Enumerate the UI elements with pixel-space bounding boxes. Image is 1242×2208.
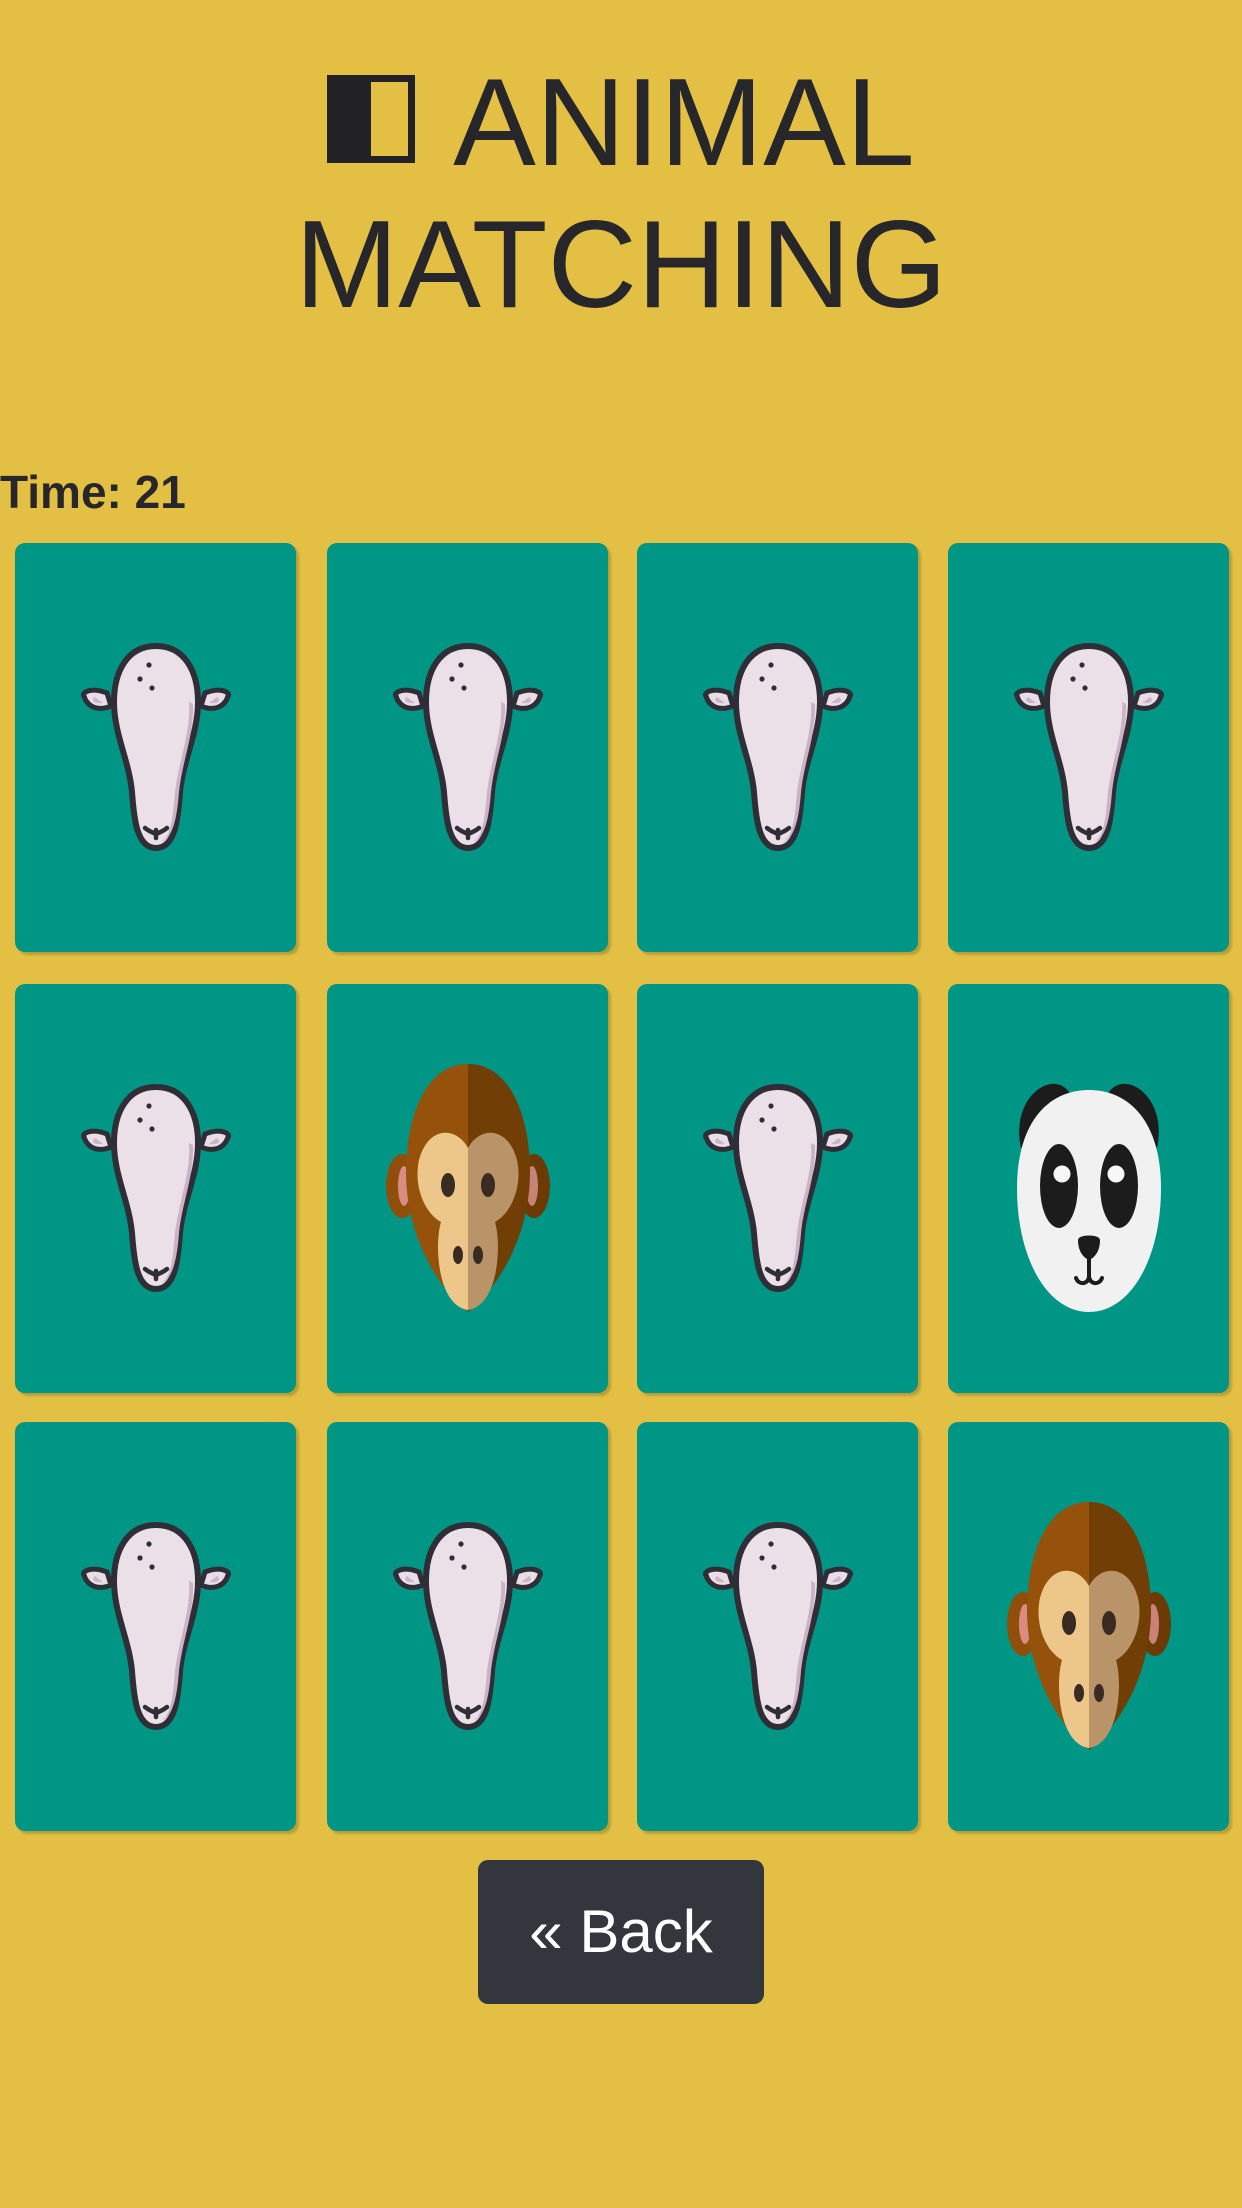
- cow-icon: [702, 1521, 853, 1733]
- back-button[interactable]: « Back: [478, 1860, 764, 2004]
- card-2-1[interactable]: [15, 984, 296, 1393]
- card-2-3[interactable]: [637, 984, 918, 1393]
- card-1-4[interactable]: [948, 543, 1229, 952]
- card-1-1[interactable]: [15, 543, 296, 952]
- monkey-icon: [385, 1063, 550, 1314]
- panda-icon: [1016, 1062, 1161, 1316]
- logo-icon: [327, 75, 416, 163]
- card-3-2[interactable]: [327, 1422, 608, 1831]
- cow-icon: [80, 1521, 231, 1733]
- card-3-1[interactable]: [15, 1422, 296, 1831]
- cow-icon: [392, 642, 543, 854]
- cow-icon: [80, 1083, 231, 1295]
- cow-icon: [1013, 642, 1164, 854]
- card-2-4[interactable]: [948, 984, 1229, 1393]
- cow-icon: [702, 642, 853, 854]
- card-1-2[interactable]: [327, 543, 608, 952]
- timer-display: Time: 21: [0, 466, 186, 518]
- cow-icon: [80, 642, 231, 854]
- card-1-3[interactable]: [637, 543, 918, 952]
- cow-icon: [392, 1521, 543, 1733]
- card-2-2[interactable]: [327, 984, 608, 1393]
- card-3-3[interactable]: [637, 1422, 918, 1831]
- card-3-4[interactable]: [948, 1422, 1229, 1831]
- page-title: ANIMAL MATCHING: [0, 52, 1242, 336]
- monkey-icon: [1006, 1501, 1171, 1752]
- cow-icon: [702, 1083, 853, 1295]
